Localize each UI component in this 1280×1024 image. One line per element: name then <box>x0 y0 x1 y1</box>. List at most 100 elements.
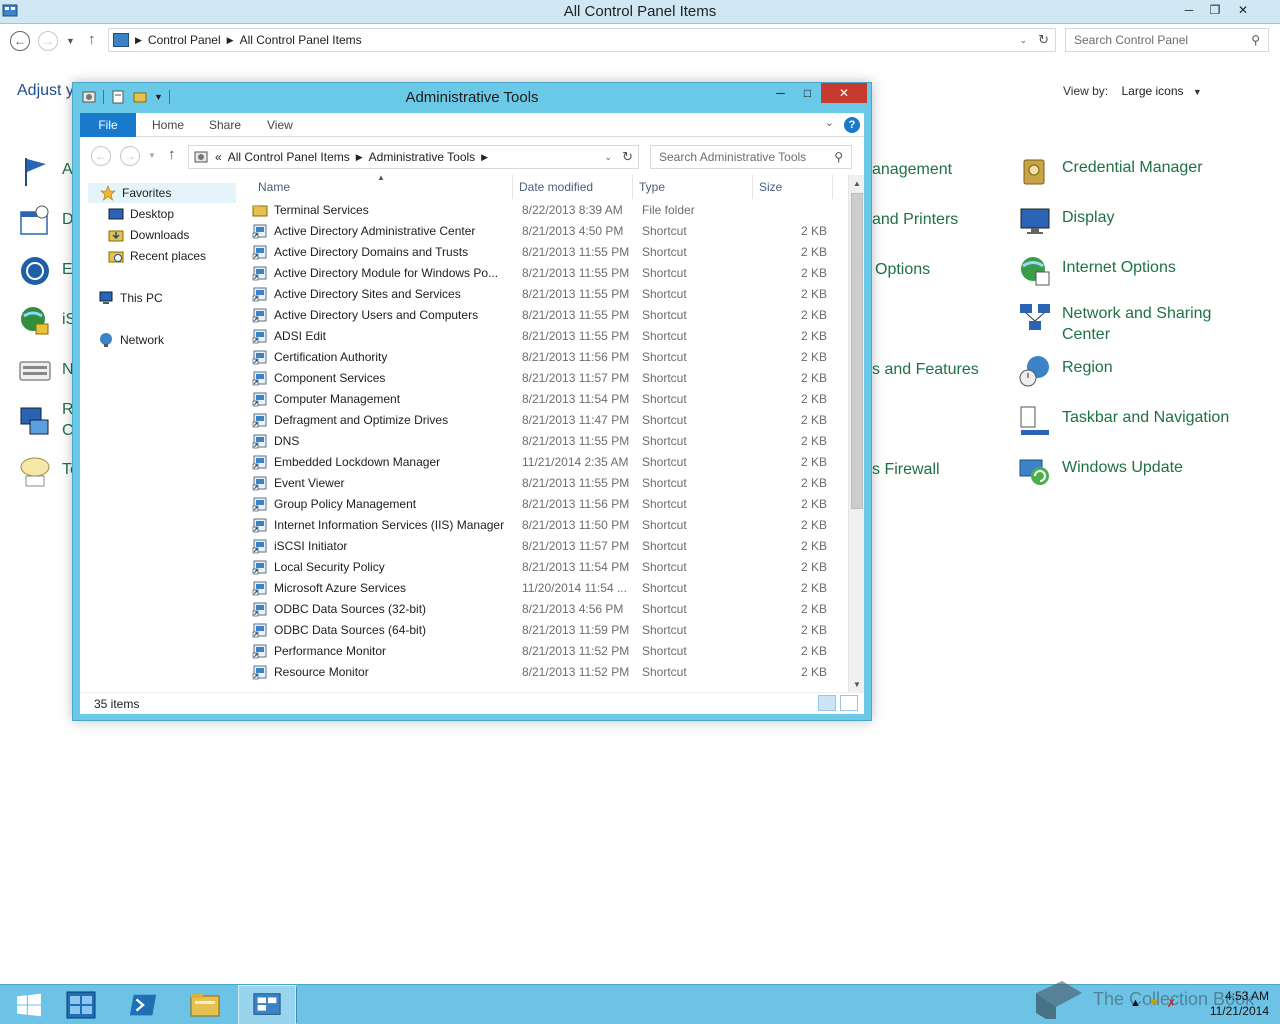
file-name-cell[interactable]: Active Directory Module for Windows Po..… <box>242 265 516 281</box>
cp-item-network-sharing-center[interactable]: Network and Sharing Center <box>1018 300 1242 345</box>
cp-item-display[interactable]: Display <box>1018 204 1242 238</box>
table-row[interactable]: Group Policy Management 8/21/2013 11:56 P… <box>242 493 837 514</box>
breadcrumb-all-items[interactable]: All Control Panel Items <box>224 150 354 164</box>
recent-locations-dropdown-icon[interactable]: ▼ <box>66 36 75 46</box>
breadcrumb-all-items[interactable]: All Control Panel Items <box>236 33 366 47</box>
file-name-cell[interactable]: Computer Management <box>242 391 516 407</box>
minimize-button[interactable]: ─ <box>1176 0 1202 20</box>
nav-this-pc[interactable]: This PC <box>98 288 163 308</box>
file-name-cell[interactable]: Active Directory Administrative Center <box>242 223 516 239</box>
cp-item-credential-manager[interactable]: Credential Manager <box>1018 154 1242 188</box>
table-row[interactable]: ODBC Data Sources (32-bit) 8/21/2013 4:56… <box>242 598 837 619</box>
file-name-cell[interactable]: Group Policy Management <box>242 496 516 512</box>
column-header-name[interactable]: ▲ Name <box>242 175 513 199</box>
table-row[interactable]: Internet Information Services (IIS) Mana… <box>242 514 837 535</box>
clock[interactable]: 4:53 AM 11/21/2014 <box>1205 989 1269 1019</box>
table-row[interactable]: iSCSI Initiator 8/21/2013 11:57 PM Shortcu… <box>242 535 837 556</box>
table-row[interactable]: ODBC Data Sources (64-bit) 8/21/2013 11:5… <box>242 619 837 640</box>
file-name-cell[interactable]: Event Viewer <box>242 475 516 491</box>
cp-item-region[interactable]: Region <box>1018 354 1242 388</box>
powershell-taskbar-button[interactable] <box>114 985 172 1024</box>
details-view-icon[interactable] <box>818 695 836 711</box>
table-row[interactable]: Event Viewer 8/21/2013 11:55 PM Shortcut 2 … <box>242 472 837 493</box>
nav-favorites[interactable]: Favorites <box>88 183 236 203</box>
scroll-down-arrow-icon[interactable]: ▼ <box>849 676 865 692</box>
view-by-value[interactable]: Large icons <box>1121 84 1183 98</box>
cp-item-partial-options[interactable]: Options <box>875 261 930 279</box>
administrative-tools-window[interactable]: ▼ Administrative Tools ─ □ ✕ File Home S… <box>72 82 872 721</box>
nav-desktop[interactable]: Desktop <box>108 204 174 224</box>
file-name-cell[interactable]: Certification Authority <box>242 349 516 365</box>
file-name-cell[interactable]: Active Directory Domains and Trusts <box>242 244 516 260</box>
cp-item-internet-options[interactable]: Internet Options <box>1018 254 1242 288</box>
file-name-cell[interactable]: DNS <box>242 433 516 449</box>
cp-item-windows-update[interactable]: Windows Update <box>1018 454 1242 488</box>
file-explorer-taskbar-button[interactable] <box>176 985 234 1024</box>
scrollbar-thumb[interactable] <box>851 193 863 509</box>
file-name-cell[interactable]: ADSI Edit <box>242 328 516 344</box>
address-bar[interactable]: « All Control Panel Items ▶ Administrati… <box>188 145 639 169</box>
up-arrow-icon[interactable]: ↑ <box>168 146 176 163</box>
nav-recent-places[interactable]: Recent places <box>108 246 206 266</box>
table-row[interactable]: Active Directory Users and Computers 8/21… <box>242 304 837 325</box>
server-manager-taskbar-button[interactable] <box>52 985 110 1024</box>
file-name-cell[interactable]: ODBC Data Sources (32-bit) <box>242 601 516 617</box>
help-icon[interactable]: ? <box>844 117 860 133</box>
table-row[interactable]: Active Directory Module for Windows Po..… <box>242 262 837 283</box>
action-center-flag-icon[interactable] <box>18 154 52 188</box>
column-header-date[interactable]: Date modified <box>513 175 633 199</box>
administrative-tools-search-input[interactable]: Search Administrative Tools ⚲ <box>650 145 852 169</box>
column-header-size[interactable]: Size <box>753 175 833 199</box>
table-row[interactable]: Defragment and Optimize Drives 8/21/2013 … <box>242 409 837 430</box>
file-name-cell[interactable]: Active Directory Users and Computers <box>242 307 516 323</box>
keyboard-icon[interactable] <box>18 354 52 388</box>
search-icon[interactable]: ⚲ <box>1251 33 1260 47</box>
forward-button[interactable]: → <box>120 146 140 166</box>
file-name-cell[interactable]: Resource Monitor <box>242 664 516 680</box>
file-name-cell[interactable]: Microsoft Azure Services <box>242 580 516 596</box>
text-to-speech-icon[interactable] <box>18 454 52 488</box>
up-arrow-icon[interactable]: ↑ <box>88 31 96 48</box>
table-row[interactable]: Component Services 8/21/2013 11:57 PM Shor… <box>242 367 837 388</box>
file-name-cell[interactable]: Embedded Lockdown Manager <box>242 454 516 470</box>
date-time-icon[interactable] <box>18 204 52 238</box>
nav-network[interactable]: Network <box>98 330 164 350</box>
breadcrumb-control-panel[interactable]: Control Panel <box>144 33 225 47</box>
action-center-icon[interactable]: ⚑ <box>1149 997 1159 1010</box>
table-row[interactable]: Active Directory Domains and Trusts 8/21/… <box>242 241 837 262</box>
remote-app-icon[interactable] <box>18 404 52 438</box>
iscsi-globe-icon[interactable] <box>18 304 52 338</box>
table-row[interactable]: Performance Monitor 8/21/2013 11:52 PM Sho… <box>242 640 837 661</box>
close-button[interactable]: ✕ <box>821 83 867 103</box>
table-row[interactable]: Resource Monitor 8/21/2013 11:52 PM Shortc… <box>242 661 837 682</box>
table-row[interactable]: Terminal Services 8/22/2013 8:39 AM File f… <box>242 199 837 220</box>
vertical-scrollbar[interactable]: ▲ ▼ <box>848 175 864 692</box>
cp-item-partial-management[interactable]: anagement <box>872 161 952 179</box>
table-row[interactable]: Active Directory Sites and Services 8/21/… <box>242 283 837 304</box>
table-row[interactable]: Certification Authority 8/21/2013 11:56 P… <box>242 346 837 367</box>
file-name-cell[interactable]: Defragment and Optimize Drives <box>242 412 516 428</box>
breadcrumb-administrative-tools[interactable]: Administrative Tools <box>365 150 480 164</box>
forward-button[interactable]: → <box>38 31 58 51</box>
cp-item-partial-firewall[interactable]: s Firewall <box>872 461 940 479</box>
file-name-cell[interactable]: Internet Information Services (IIS) Mana… <box>242 517 516 533</box>
network-status-icon[interactable]: ✗ <box>1167 997 1176 1010</box>
table-row[interactable]: Computer Management 8/21/2013 11:54 PM Sho… <box>242 388 837 409</box>
back-button[interactable]: ← <box>91 146 111 166</box>
table-row[interactable]: Embedded Lockdown Manager 11/21/2014 2:35… <box>242 451 837 472</box>
tab-home[interactable]: Home <box>140 113 196 137</box>
file-name-cell[interactable]: iSCSI Initiator <box>242 538 516 554</box>
minimize-button[interactable]: ─ <box>767 83 794 103</box>
tab-file[interactable]: File <box>80 113 136 137</box>
scroll-up-arrow-icon[interactable]: ▲ <box>849 175 865 191</box>
search-icon[interactable]: ⚲ <box>834 150 843 164</box>
breadcrumb-overflow-icon[interactable]: « <box>213 150 224 164</box>
start-button[interactable] <box>0 985 58 1024</box>
control-panel-search-input[interactable]: Search Control Panel ⚲ <box>1065 28 1269 52</box>
table-row[interactable]: Microsoft Azure Services 11/20/2014 11:54… <box>242 577 837 598</box>
cp-item-partial-features[interactable]: s and Features <box>872 361 979 379</box>
address-bar[interactable]: ▶ Control Panel ▶ All Control Panel Item… <box>108 28 1056 52</box>
file-name-cell[interactable]: Performance Monitor <box>242 643 516 659</box>
tab-view[interactable]: View <box>255 113 305 137</box>
table-row[interactable]: DNS 8/21/2013 11:55 PM Shortcut 2 KB <box>242 430 837 451</box>
